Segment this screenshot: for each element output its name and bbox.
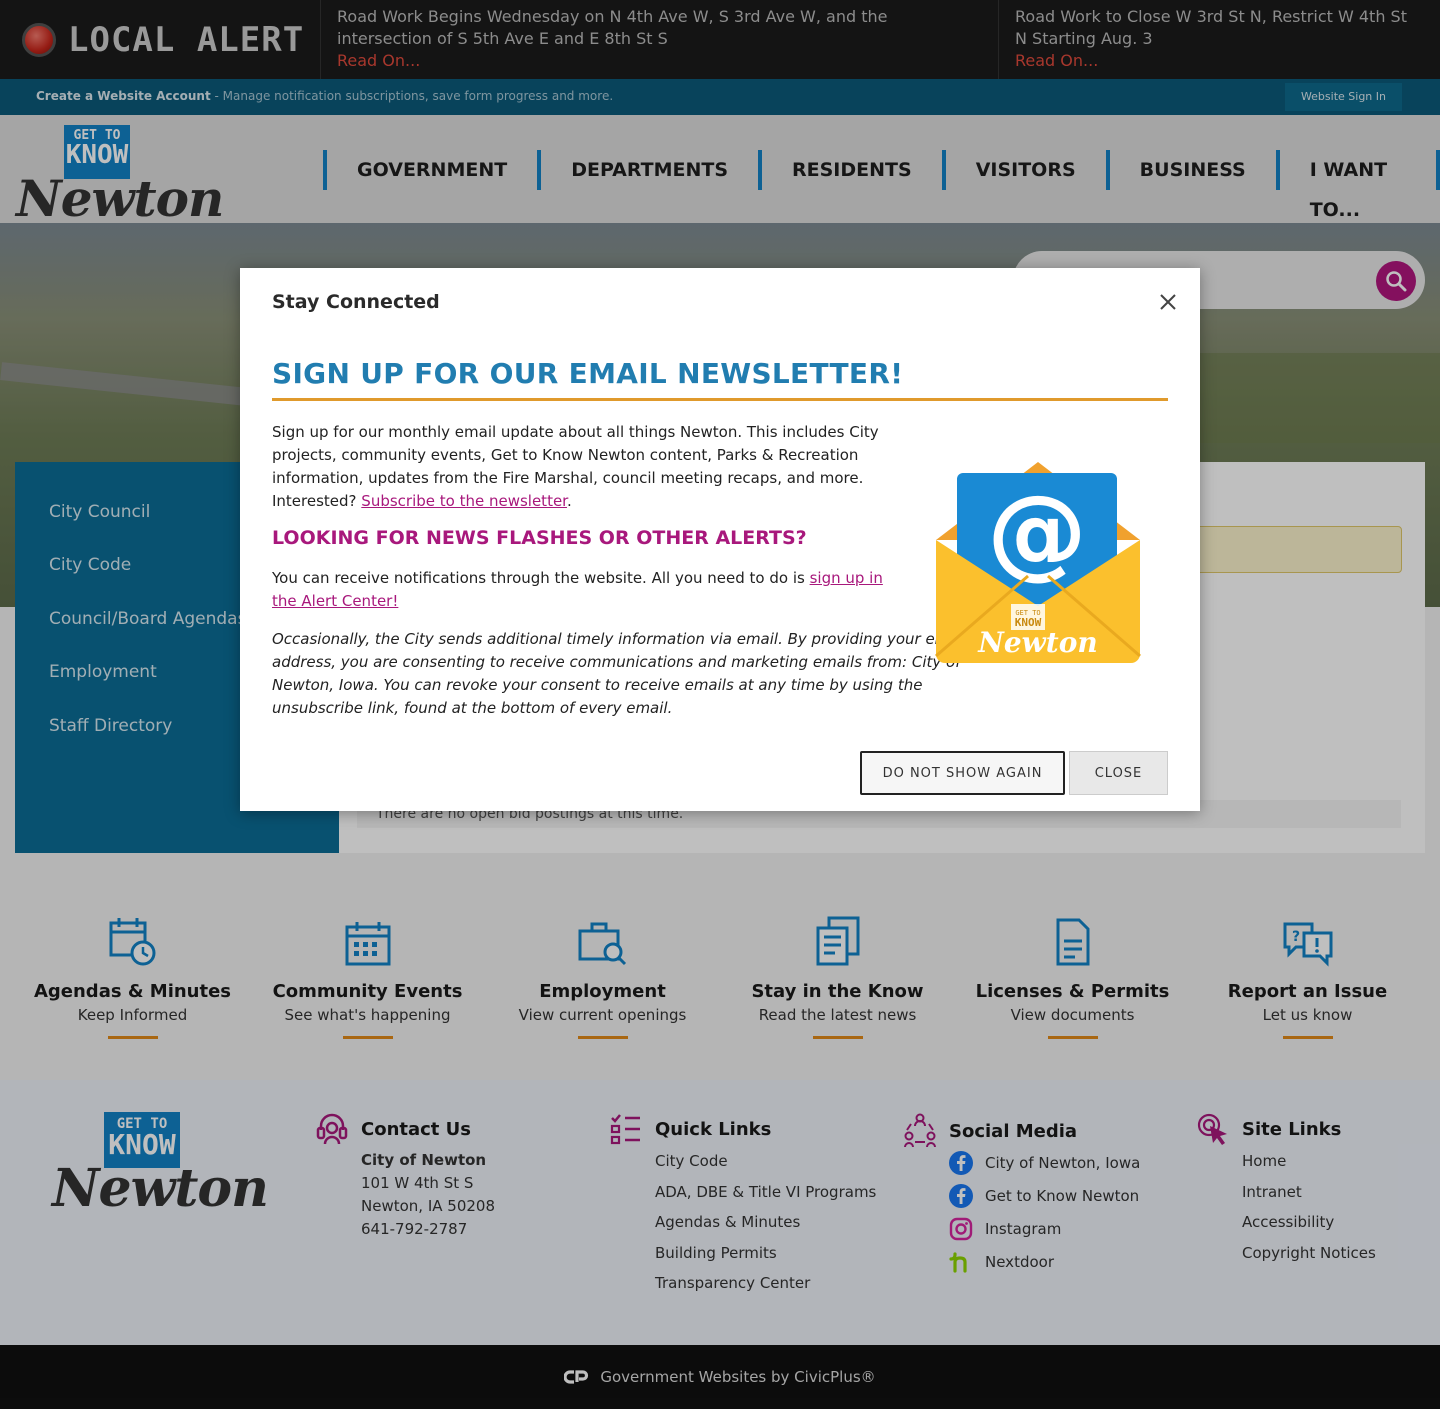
modal-title: Stay Connected: [272, 291, 440, 313]
at-symbol: @: [987, 473, 1087, 590]
do-not-show-again-button[interactable]: DO NOT SHOW AGAIN: [860, 751, 1065, 795]
newsletter-paragraph: Sign up for our monthly email update abo…: [272, 423, 879, 510]
heading-underline: [272, 398, 1168, 401]
alerts-heading: LOOKING FOR NEWS FLASHES OR OTHER ALERTS…: [272, 527, 807, 549]
close-button[interactable]: CLOSE: [1069, 751, 1168, 795]
close-icon[interactable]: [1157, 291, 1179, 313]
email-envelope-icon: @ GET TO KNOW Newton: [935, 462, 1141, 663]
subscribe-link[interactable]: Subscribe to the newsletter: [361, 492, 567, 510]
newsletter-modal: Stay Connected SIGN UP FOR OUR EMAIL NEW…: [240, 268, 1200, 811]
newsletter-heading: SIGN UP FOR OUR EMAIL NEWSLETTER!: [272, 357, 904, 390]
envelope-logo-name: Newton: [977, 626, 1097, 659]
consent-paragraph: Occasionally, the City sends additional …: [272, 630, 967, 717]
alerts-text: You can receive notifications through th…: [272, 569, 805, 587]
alerts-paragraph: You can receive notifications through th…: [272, 567, 902, 613]
